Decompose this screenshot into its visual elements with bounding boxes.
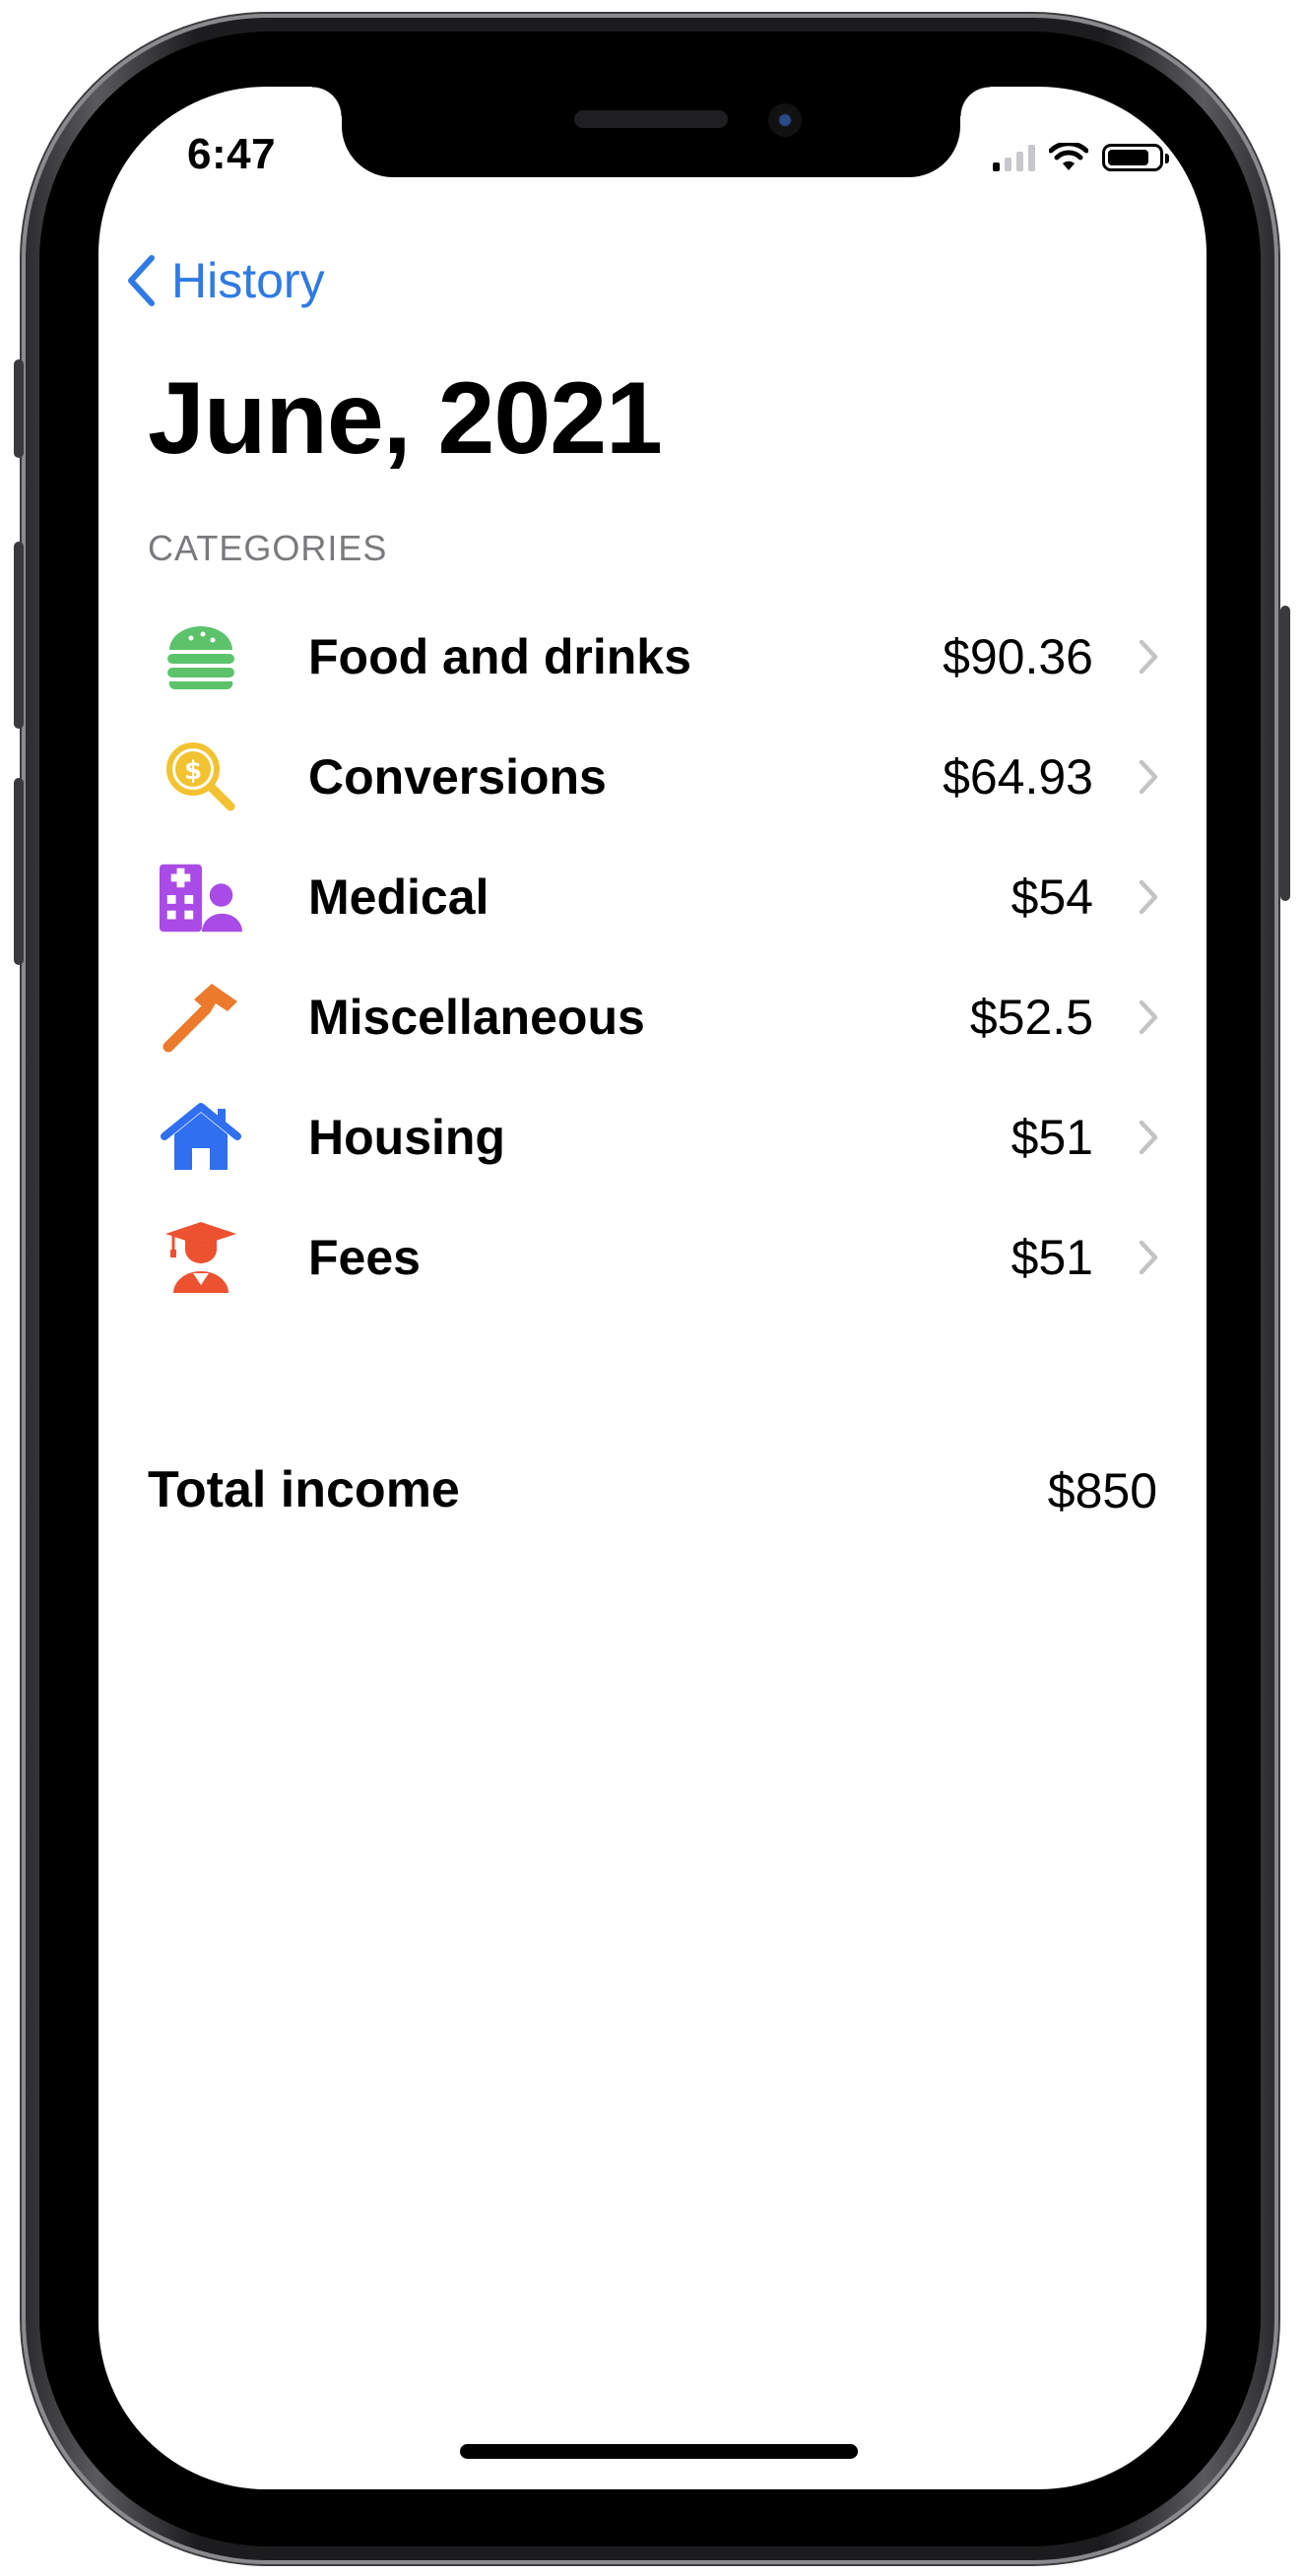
home-indicator[interactable] (460, 2444, 858, 2459)
volume-up-button (14, 542, 24, 729)
category-label: Food and drinks (308, 629, 691, 684)
chevron-right-icon (1139, 999, 1158, 1035)
category-label: Medical (308, 869, 489, 925)
battery-icon (1102, 144, 1169, 171)
total-income-amount: $850 (1047, 1463, 1157, 1518)
silent-switch (14, 359, 24, 458)
status-time: 6:47 (187, 130, 277, 178)
category-amount: $52.5 (969, 990, 1093, 1045)
category-amount: $51 (1011, 1110, 1093, 1165)
cellular-signal-icon (993, 144, 1035, 171)
category-row-medical[interactable]: Medical $54 (98, 837, 1207, 957)
notch (312, 87, 990, 177)
category-row-fees[interactable]: Fees $51 (98, 1197, 1207, 1318)
graduate-icon (158, 1216, 244, 1299)
back-button-label: History (171, 253, 325, 308)
chevron-right-icon (1139, 1120, 1158, 1155)
chevron-right-icon (1139, 759, 1158, 795)
power-button (1280, 606, 1290, 901)
wifi-icon (1049, 143, 1088, 170)
volume-down-button (14, 778, 24, 965)
page-title: June, 2021 (148, 361, 663, 476)
status-icons (993, 138, 1169, 177)
svg-text:$: $ (184, 756, 202, 786)
category-amount: $90.36 (943, 629, 1093, 684)
section-header: CATEGORIES (148, 528, 388, 568)
total-income-label: Total income (148, 1461, 460, 1518)
magnifier-dollar-icon: $ (158, 736, 244, 818)
house-icon (158, 1096, 244, 1179)
screen: 6:47 History June, 2021 CATEGORIES Food … (98, 87, 1207, 2489)
chevron-right-icon (1139, 639, 1158, 675)
front-camera (768, 103, 802, 137)
burger-icon (158, 615, 244, 698)
category-label: Housing (308, 1110, 505, 1165)
hammer-icon (158, 976, 244, 1059)
chevron-left-icon (128, 255, 155, 306)
category-label: Conversions (308, 749, 607, 805)
category-row-food-and-drinks[interactable]: Food and drinks $90.36 (98, 597, 1207, 717)
chevron-right-icon (1139, 1240, 1158, 1275)
category-amount: $54 (1011, 869, 1093, 925)
category-label: Miscellaneous (308, 990, 645, 1045)
back-button[interactable]: History (124, 252, 325, 309)
category-label: Fees (308, 1230, 421, 1285)
category-row-miscellaneous[interactable]: Miscellaneous $52.5 (98, 957, 1207, 1077)
chevron-right-icon (1139, 879, 1158, 915)
category-amount: $51 (1011, 1230, 1093, 1285)
speaker-grille (574, 110, 728, 128)
category-amount: $64.93 (943, 749, 1093, 805)
category-row-conversions[interactable]: $ Conversions $64.93 (98, 717, 1207, 837)
category-row-housing[interactable]: Housing $51 (98, 1077, 1207, 1197)
hospital-person-icon (158, 856, 244, 938)
